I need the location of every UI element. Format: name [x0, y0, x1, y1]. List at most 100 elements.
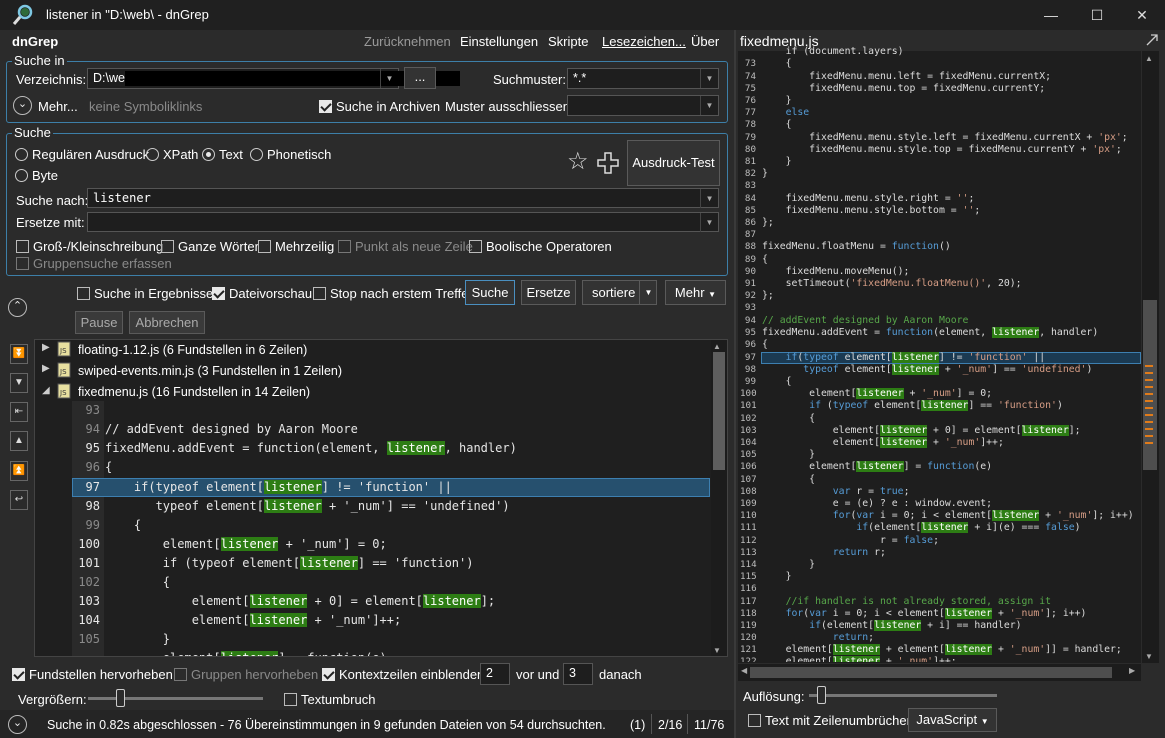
chevron-down-icon: ▼: [980, 717, 989, 726]
zoom-slider-track[interactable]: [88, 697, 263, 700]
code-line: {: [762, 376, 792, 387]
scroll-down-icon[interactable]: ▼: [1145, 652, 1153, 661]
code-line: if (document.layers): [762, 46, 904, 57]
code-line: };: [762, 290, 774, 301]
code-line: fixedMenu.menu.style.left = fixedMenu.cu…: [762, 132, 1128, 143]
line-number: 109: [740, 498, 757, 509]
code-line: fixedMenu.menu.left = fixedMenu.currentX…: [762, 71, 1052, 82]
line-number: 82: [744, 168, 756, 179]
line-number: 73: [744, 58, 756, 69]
before-label: vor und: [516, 667, 560, 682]
code-line: fixedMenu.menu.top = fixedMenu.currentY;: [762, 83, 1046, 94]
line-number: 89: [744, 254, 756, 265]
code-line: e = (e) ? e : window.event;: [762, 498, 993, 509]
context-after-input[interactable]: 3: [563, 663, 593, 685]
preview-code: if (document.layers) 73 { 74 fixedMenu.m…: [0, 0, 1141, 662]
line-number: 108: [740, 486, 757, 497]
language-dropdown[interactable]: JavaScript ▼: [908, 708, 997, 732]
code-line: element[listener] = function(e): [762, 461, 993, 472]
line-number: 116: [740, 583, 757, 594]
open-external-icon[interactable]: [1145, 33, 1159, 47]
zoom-slider-thumb[interactable]: [116, 689, 125, 707]
line-number: 98: [744, 364, 756, 375]
zoom-label: Vergrößern:: [18, 692, 87, 707]
line-number: 93: [744, 302, 756, 313]
line-number: 83: [744, 180, 756, 191]
checkbox-icon: [174, 668, 187, 681]
line-number: 77: [744, 107, 756, 118]
line-number: 75: [744, 83, 756, 94]
resolution-slider-track[interactable]: [809, 694, 997, 697]
code-line: // addEvent designed by Aaron Moore: [762, 315, 969, 326]
highlight-checkbox[interactable]: Fundstellen hervorheben: [12, 667, 173, 682]
line-number: 110: [740, 510, 757, 521]
line-number: 105: [740, 449, 757, 460]
line-number: 120: [740, 632, 757, 643]
line-number: 92: [744, 290, 756, 301]
code-line: };: [762, 217, 774, 228]
code-line: if (typeof element[listener] == 'functio…: [809, 400, 1063, 411]
code-line: }: [762, 571, 792, 582]
language-value: JavaScript: [916, 712, 978, 727]
line-wrap-checkbox[interactable]: Text mit Zeilenumbrüchen: [748, 713, 914, 728]
word-wrap-checkbox[interactable]: Textumbruch: [284, 692, 375, 707]
line-number: 106: [740, 461, 757, 472]
resolution-slider-thumb[interactable]: [817, 686, 826, 704]
resolution-label: Auflösung:: [743, 689, 805, 704]
status-count: 11/76: [694, 718, 725, 732]
code-line: //if handler is not already stored, assi…: [785, 596, 1052, 607]
code-line: for(var i = 0; i < element[listener + '_…: [832, 510, 1134, 521]
scroll-right-icon[interactable]: ▶: [1129, 666, 1135, 675]
line-number: 85: [744, 205, 756, 216]
expand-status-icon[interactable]: ⌄: [8, 715, 27, 734]
scroll-left-icon[interactable]: ◀: [741, 666, 747, 675]
preview-hscroll-thumb[interactable]: [750, 667, 1112, 678]
line-number: 90: [744, 266, 756, 277]
line-number: 87: [744, 229, 756, 240]
status-files: (1): [630, 718, 646, 732]
checkbox-icon: [284, 693, 297, 706]
context-lines-checkbox[interactable]: Kontextzeilen einblenden: [322, 667, 484, 682]
line-number: 86: [744, 217, 756, 228]
scroll-up-icon[interactable]: ▲: [1145, 54, 1153, 63]
code-line: if(typeof element[listener] != 'function…: [785, 352, 1046, 363]
line-number: 101: [740, 400, 757, 411]
code-line: else: [785, 107, 810, 118]
code-line: element[listener + '_num']++;: [762, 437, 1004, 448]
line-number: 117: [740, 596, 757, 607]
code-line: {: [762, 119, 792, 130]
code-line: r = false;: [762, 535, 939, 546]
code-line: if(element[listener + i](e) === false): [856, 522, 1081, 533]
highlight-label: Fundstellen hervorheben: [29, 667, 173, 682]
line-number: 91: [744, 278, 756, 289]
group-highlight-checkbox[interactable]: Gruppen hervorheben: [174, 667, 318, 682]
line-number: 94: [744, 315, 756, 326]
line-number: 114: [740, 559, 757, 570]
code-line: fixedMenu.moveMenu();: [762, 266, 910, 277]
checkbox-checked-icon: [12, 668, 25, 681]
line-number: 119: [740, 620, 757, 631]
code-line: }: [762, 168, 768, 179]
line-number: 100: [740, 388, 757, 399]
line-number: 95: [744, 327, 756, 338]
wrap-label: Textumbruch: [301, 692, 376, 707]
line-number: 118: [740, 608, 757, 619]
code-line: return r;: [832, 547, 886, 558]
after-label: danach: [599, 667, 642, 682]
group-highlight-label: Gruppen hervorheben: [191, 667, 319, 682]
line-number: 107: [740, 474, 757, 485]
code-line: }: [762, 559, 816, 570]
line-number: 81: [744, 156, 756, 167]
code-line: {: [762, 474, 816, 485]
code-line: fixedMenu.menu.style.top = fixedMenu.cur…: [762, 144, 1122, 155]
line-number: 96: [744, 339, 756, 350]
line-number: 121: [740, 644, 757, 655]
code-line: }: [762, 95, 792, 106]
context-before-input[interactable]: 2: [480, 663, 510, 685]
status-text: Suche in 0.82s abgeschlossen - 76 Überei…: [47, 718, 606, 732]
checkbox-checked-icon: [322, 668, 335, 681]
checkbox-icon: [748, 714, 761, 727]
code-line: fixedMenu.floatMenu = function(): [762, 241, 951, 252]
match-markers: [1145, 365, 1153, 465]
divider: [687, 714, 688, 734]
